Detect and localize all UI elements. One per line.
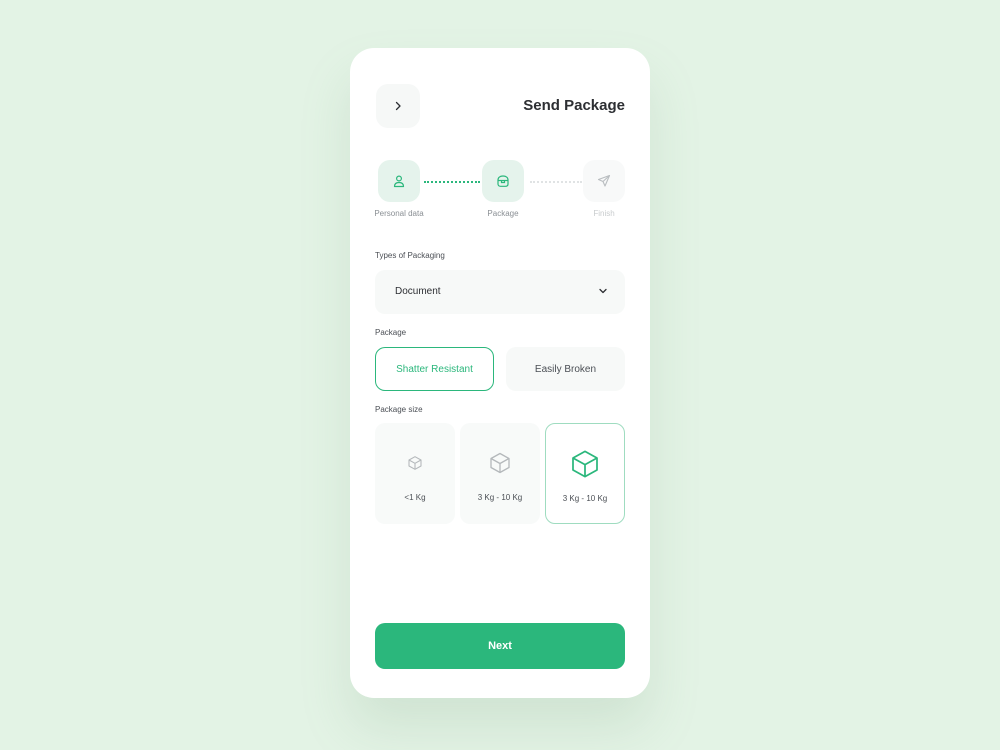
back-button[interactable] xyxy=(376,84,420,128)
package-size-label: Package size xyxy=(375,405,423,414)
step-personal-data[interactable]: Personal data xyxy=(369,160,429,218)
size-option-label: 3 Kg - 10 Kg xyxy=(562,494,608,503)
step-label: Personal data xyxy=(374,209,424,218)
packaging-type-select[interactable]: Document xyxy=(375,270,625,314)
step-connector-done xyxy=(424,181,480,183)
chevron-down-icon xyxy=(599,288,607,294)
next-button[interactable]: Next xyxy=(375,623,625,669)
phone-screen: Send Package Personal data Package Finis… xyxy=(350,48,650,698)
box-icon xyxy=(490,452,510,474)
package-label: Package xyxy=(375,328,407,337)
step-finish[interactable]: Finish xyxy=(574,160,634,218)
packaging-type-value: Document xyxy=(395,286,441,297)
size-option-small[interactable]: <1 Kg xyxy=(375,423,455,524)
step-label: Finish xyxy=(593,209,615,218)
box-icon xyxy=(572,450,598,478)
packaging-type-label: Types of Packaging xyxy=(375,251,445,260)
step-package[interactable]: Package xyxy=(473,160,533,218)
box-icon xyxy=(408,456,422,470)
package-icon xyxy=(497,175,509,187)
send-icon xyxy=(597,174,611,187)
package-option-easily-broken[interactable]: Easily Broken xyxy=(506,347,625,391)
package-option-shatter-resistant[interactable]: Shatter Resistant xyxy=(375,347,494,391)
page-title: Send Package xyxy=(523,97,625,114)
size-option-label: <1 Kg xyxy=(404,493,426,502)
user-icon xyxy=(393,175,405,188)
step-circle xyxy=(378,160,420,202)
size-option-label: 3 Kg - 10 Kg xyxy=(477,493,523,502)
step-label: Package xyxy=(487,209,519,218)
step-circle xyxy=(482,160,524,202)
chevron-right-icon xyxy=(395,101,401,111)
step-circle xyxy=(583,160,625,202)
size-option-medium[interactable]: 3 Kg - 10 Kg xyxy=(460,423,540,524)
size-option-large[interactable]: 3 Kg - 10 Kg xyxy=(545,423,625,524)
